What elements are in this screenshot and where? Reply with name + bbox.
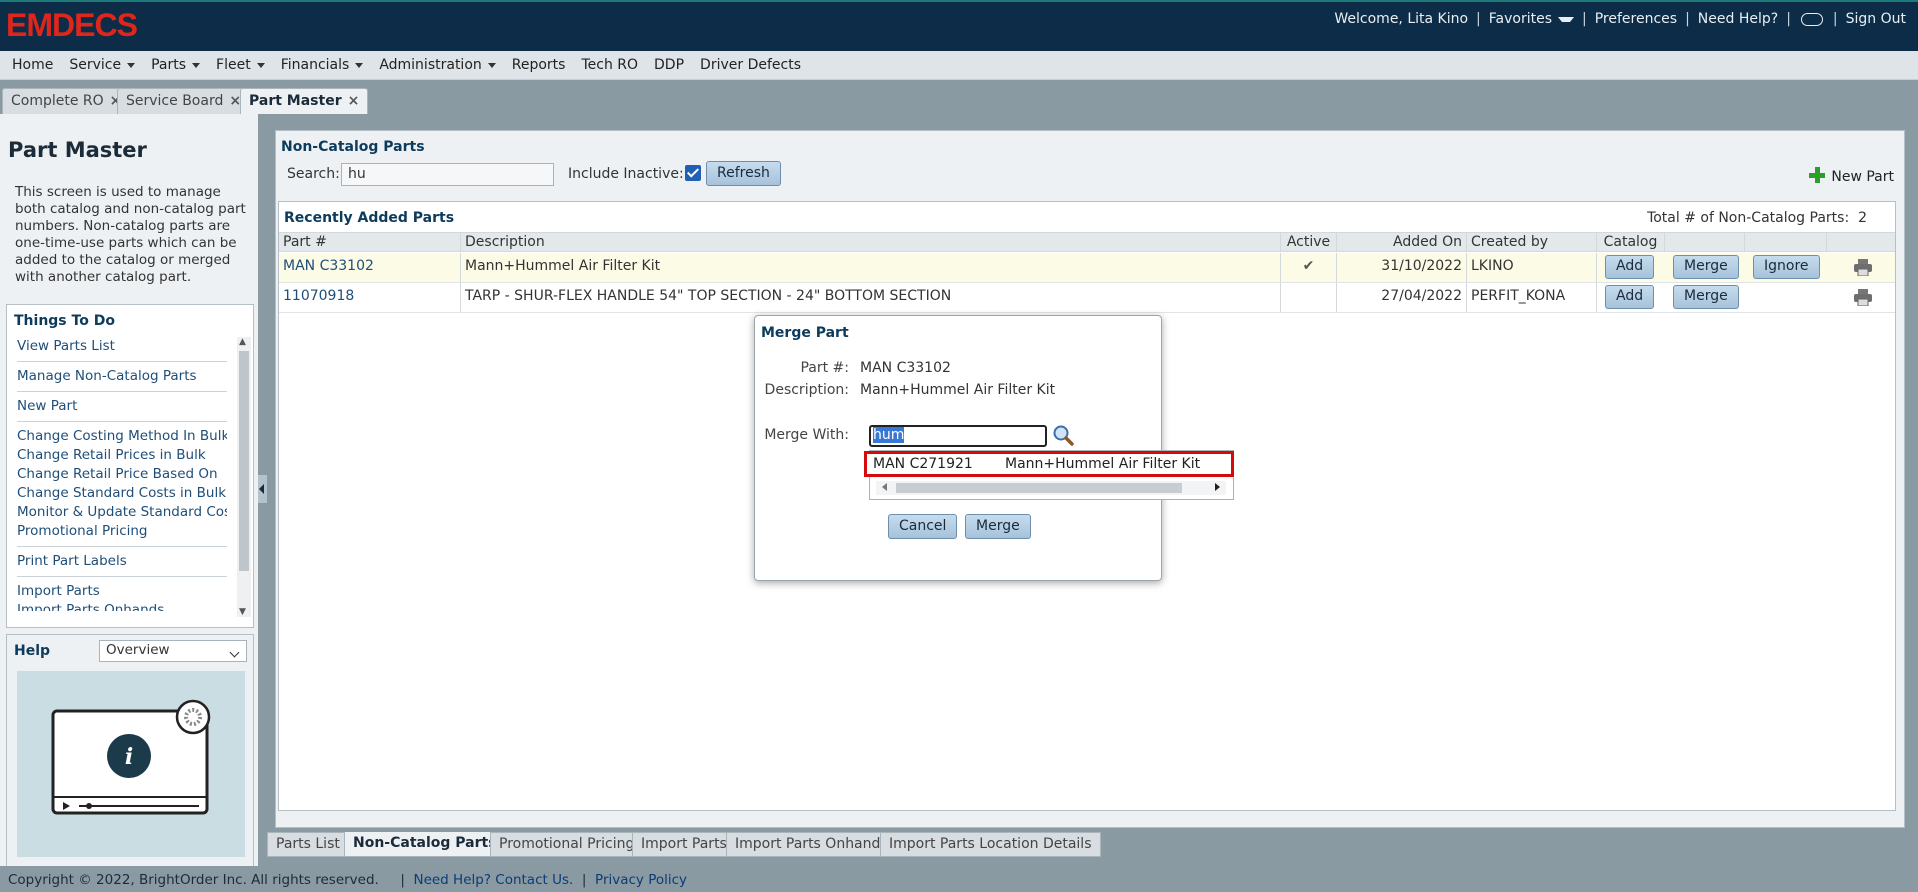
chevron-down-icon xyxy=(192,62,201,68)
todo-import-onhands[interactable]: Import Parts Onhands xyxy=(17,601,227,611)
scroll-right-icon[interactable] xyxy=(1215,483,1220,491)
page-tabs: Complete RO × Service Board × Part Master × xyxy=(0,80,1918,114)
add-button[interactable]: Add xyxy=(1605,285,1655,309)
plus-icon xyxy=(1809,167,1826,183)
grid-header: Part # Description Active Added On Creat… xyxy=(279,232,1895,252)
svg-text:EMDECS: EMDECS xyxy=(6,8,138,42)
chevron-down-icon xyxy=(1558,16,1575,22)
menu-parts[interactable]: Parts xyxy=(143,57,208,73)
table-row[interactable]: MAN C33102 Mann+Hummel Air Filter Kit ✔ … xyxy=(279,253,1895,283)
chat-icon[interactable] xyxy=(1800,12,1823,26)
todo-change-retail-based[interactable]: Change Retail Price Based On xyxy=(17,465,227,484)
menu-financials[interactable]: Financials xyxy=(273,57,372,73)
subtab-import-onhands[interactable]: Import Parts Onhands xyxy=(726,832,897,857)
table-row[interactable]: 11070918 TARP - SHUR-FLEX HANDLE 54" TOP… xyxy=(279,283,1895,313)
welcome-text: Welcome, Lita Kino xyxy=(1334,11,1469,27)
sub-tabs: Parts List Non-Catalog Parts Promotional… xyxy=(267,832,1910,860)
todo-change-retail-prices[interactable]: Change Retail Prices in Bulk xyxy=(17,446,227,465)
cancel-button[interactable]: Cancel xyxy=(888,514,958,539)
preferences-link[interactable]: Preferences xyxy=(1591,11,1681,27)
help-topic-select[interactable]: Overview xyxy=(99,640,247,662)
need-help-link[interactable]: Need Help? xyxy=(1694,11,1782,27)
menu-tech-ro[interactable]: Tech RO xyxy=(573,57,646,73)
chevron-down-icon xyxy=(256,62,265,68)
video-player-icon: i xyxy=(51,699,211,815)
todo-promotional-pricing[interactable]: Promotional Pricing xyxy=(17,522,227,541)
search-input[interactable]: hu xyxy=(341,163,554,186)
menu-ddp[interactable]: DDP xyxy=(646,57,692,73)
svg-text:i: i xyxy=(125,744,133,770)
emdecs-logo[interactable]: EMDECS xyxy=(6,8,186,42)
scroll-left-icon[interactable] xyxy=(882,483,887,491)
todo-print-labels[interactable]: Print Part Labels xyxy=(17,552,227,571)
page-description: This screen is used to manage both catal… xyxy=(15,184,246,285)
include-inactive-checkbox[interactable] xyxy=(685,165,701,181)
autocomplete-dropdown: MAN C271921 Mann+Hummel Air Filter Kit xyxy=(864,450,1234,500)
tab-part-master[interactable]: Part Master × xyxy=(240,88,369,114)
printer-icon[interactable] xyxy=(1853,289,1873,306)
subtab-parts-list[interactable]: Parts List xyxy=(267,832,349,857)
chevron-down-icon xyxy=(487,62,496,68)
part-number-value: MAN C33102 xyxy=(860,360,951,376)
privacy-link[interactable]: Privacy Policy xyxy=(595,872,687,888)
footer: Copyright © 2022, BrightOrder Inc. All r… xyxy=(0,866,1918,892)
autocomplete-scrollbar[interactable] xyxy=(876,481,1226,495)
help-panel: Help Overview i xyxy=(6,634,254,868)
todo-change-standard-costs[interactable]: Change Standard Costs in Bulk xyxy=(17,484,227,503)
chevron-down-icon xyxy=(355,62,364,68)
left-pane: Part Master This screen is used to manag… xyxy=(0,114,258,868)
menu-fleet[interactable]: Fleet xyxy=(208,57,273,73)
chevron-down-icon xyxy=(229,647,240,658)
todo-change-costing[interactable]: Change Costing Method In Bulk xyxy=(17,427,227,446)
subtab-import-location[interactable]: Import Parts Location Details xyxy=(880,832,1101,857)
refresh-button[interactable]: Refresh xyxy=(706,161,781,186)
chevron-down-icon xyxy=(127,62,136,68)
main-menu: Home Service Parts Fleet Financials Admi… xyxy=(0,51,1918,80)
favorites-menu[interactable]: Favorites xyxy=(1485,11,1578,27)
tab-service-board[interactable]: Service Board × xyxy=(117,88,251,114)
scroll-up-icon[interactable]: ▲ xyxy=(239,337,246,347)
todo-monitor-standard-costs[interactable]: Monitor & Update Standard Costs xyxy=(17,503,227,522)
merge-button[interactable]: Merge xyxy=(1673,255,1739,279)
todo-manage-non-catalog[interactable]: Manage Non-Catalog Parts xyxy=(17,367,227,386)
collapse-left-pane-toggle[interactable] xyxy=(258,475,267,503)
things-to-do-panel: Things To Do View Parts List Manage Non-… xyxy=(6,304,254,628)
merge-confirm-button[interactable]: Merge xyxy=(965,514,1031,539)
ignore-button[interactable]: Ignore xyxy=(1753,255,1820,279)
search-icon[interactable] xyxy=(1052,424,1074,446)
page-title: Part Master xyxy=(8,138,147,162)
part-description-value: Mann+Hummel Air Filter Kit xyxy=(860,382,1056,398)
close-icon[interactable]: × xyxy=(348,93,360,109)
todo-view-parts-list[interactable]: View Parts List xyxy=(17,337,227,356)
menu-administration[interactable]: Administration xyxy=(371,57,503,73)
menu-driver-defects[interactable]: Driver Defects xyxy=(692,57,809,73)
subtab-import-parts[interactable]: Import Parts xyxy=(632,832,736,857)
merge-button[interactable]: Merge xyxy=(1673,285,1739,309)
dialog-title: Merge Part xyxy=(761,325,849,341)
merge-with-input[interactable]: hum xyxy=(869,425,1047,447)
contact-link[interactable]: Need Help? Contact Us. xyxy=(413,872,573,888)
merge-part-dialog: Merge Part Part #: MAN C33102 Descriptio… xyxy=(754,315,1234,581)
todo-scrollbar[interactable]: ▲ ▼ xyxy=(237,337,251,617)
todo-new-part[interactable]: New Part xyxy=(17,397,227,416)
things-to-do-list: View Parts List Manage Non-Catalog Parts… xyxy=(17,337,227,611)
new-part-button[interactable]: New Part xyxy=(1809,167,1894,185)
subtab-promotional-pricing[interactable]: Promotional Pricing xyxy=(490,832,644,857)
subtab-non-catalog-parts[interactable]: Non-Catalog Parts xyxy=(344,832,506,857)
active-check-icon: ✔ xyxy=(1281,253,1337,282)
scroll-down-icon[interactable]: ▼ xyxy=(239,607,246,617)
menu-service[interactable]: Service xyxy=(61,57,143,73)
top-nav: Welcome, Lita Kino | Favorites | Prefere… xyxy=(1330,11,1910,27)
tab-complete-ro[interactable]: Complete RO × xyxy=(2,88,131,114)
todo-import-parts[interactable]: Import Parts xyxy=(17,582,227,601)
add-button[interactable]: Add xyxy=(1605,255,1655,279)
top-header: EMDECS Welcome, Lita Kino | Favorites | … xyxy=(0,0,1918,51)
menu-home[interactable]: Home xyxy=(4,57,61,73)
menu-reports[interactable]: Reports xyxy=(504,57,574,73)
autocomplete-option[interactable]: MAN C271921 Mann+Hummel Air Filter Kit xyxy=(864,451,1234,477)
total-count: Total # of Non-Catalog Parts: 2 xyxy=(1647,210,1867,226)
sign-out-link[interactable]: Sign Out xyxy=(1842,11,1910,27)
help-video[interactable]: i xyxy=(17,671,245,857)
printer-icon[interactable] xyxy=(1853,259,1873,276)
